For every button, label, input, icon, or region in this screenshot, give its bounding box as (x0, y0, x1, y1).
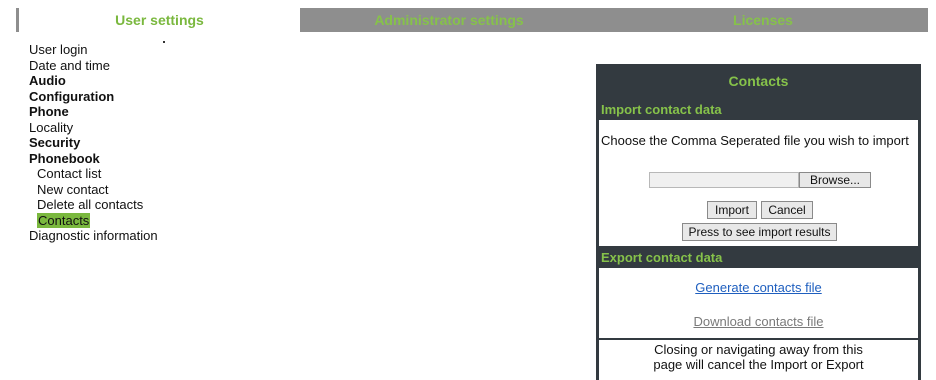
panel-title: Contacts (728, 73, 789, 89)
sidebar-nav: User login Date and time Audio Configura… (29, 42, 289, 244)
nav-item-contacts-label: Contacts (37, 212, 91, 228)
nav-item-contact-list[interactable]: Contact list (29, 166, 289, 182)
nav-item-diagnostic-information[interactable]: Diagnostic information (29, 228, 289, 244)
nav-item-phonebook[interactable]: Phonebook (29, 151, 289, 167)
nav-item-contacts[interactable]: Contacts (29, 212, 289, 229)
import-results-button[interactable]: Press to see import results (682, 223, 837, 241)
nav-item-security[interactable]: Security (29, 135, 289, 151)
nav-item-audio[interactable]: Audio (29, 73, 289, 89)
warning-note: Closing or navigating away from this pag… (599, 340, 918, 380)
generate-contacts-link[interactable]: Generate contacts file (599, 280, 918, 295)
import-section: Choose the Comma Seperated file you wish… (599, 120, 918, 246)
nav-item-date-and-time[interactable]: Date and time (29, 58, 289, 74)
tab-licenses[interactable]: Licenses (598, 8, 928, 32)
import-instruction: Choose the Comma Seperated file you wish… (601, 133, 909, 148)
nav-item-configuration[interactable]: Configuration (29, 89, 289, 105)
export-section: Generate contacts file Download contacts… (599, 268, 918, 338)
import-button[interactable]: Import (707, 201, 757, 219)
file-path-input[interactable] (649, 172, 799, 188)
nav-item-new-contact[interactable]: New contact (29, 182, 289, 198)
tab-user-settings[interactable]: User settings (16, 8, 300, 32)
warning-note-line-1: Closing or navigating away from this (654, 342, 863, 357)
top-tab-bar: User settings Administrator settings Lic… (16, 8, 928, 32)
browse-button[interactable]: Browse... (799, 172, 871, 188)
nav-item-locality[interactable]: Locality (29, 120, 289, 136)
import-section-heading: Import contact data (601, 101, 722, 117)
tab-administrator-settings[interactable]: Administrator settings (300, 8, 598, 32)
nav-item-delete-all-contacts[interactable]: Delete all contacts (29, 197, 289, 213)
warning-note-text: Closing or navigating away from this pag… (599, 342, 918, 372)
download-contacts-link[interactable]: Download contacts file (599, 314, 918, 329)
cancel-button[interactable]: Cancel (761, 201, 813, 219)
warning-note-line-2: page will cancel the Import or Export (653, 357, 864, 372)
nav-item-user-login[interactable]: User login (29, 42, 289, 58)
nav-item-phone[interactable]: Phone (29, 104, 289, 120)
export-section-heading: Export contact data (601, 249, 723, 265)
contacts-panel: Contacts Import contact data Choose the … (596, 64, 921, 380)
